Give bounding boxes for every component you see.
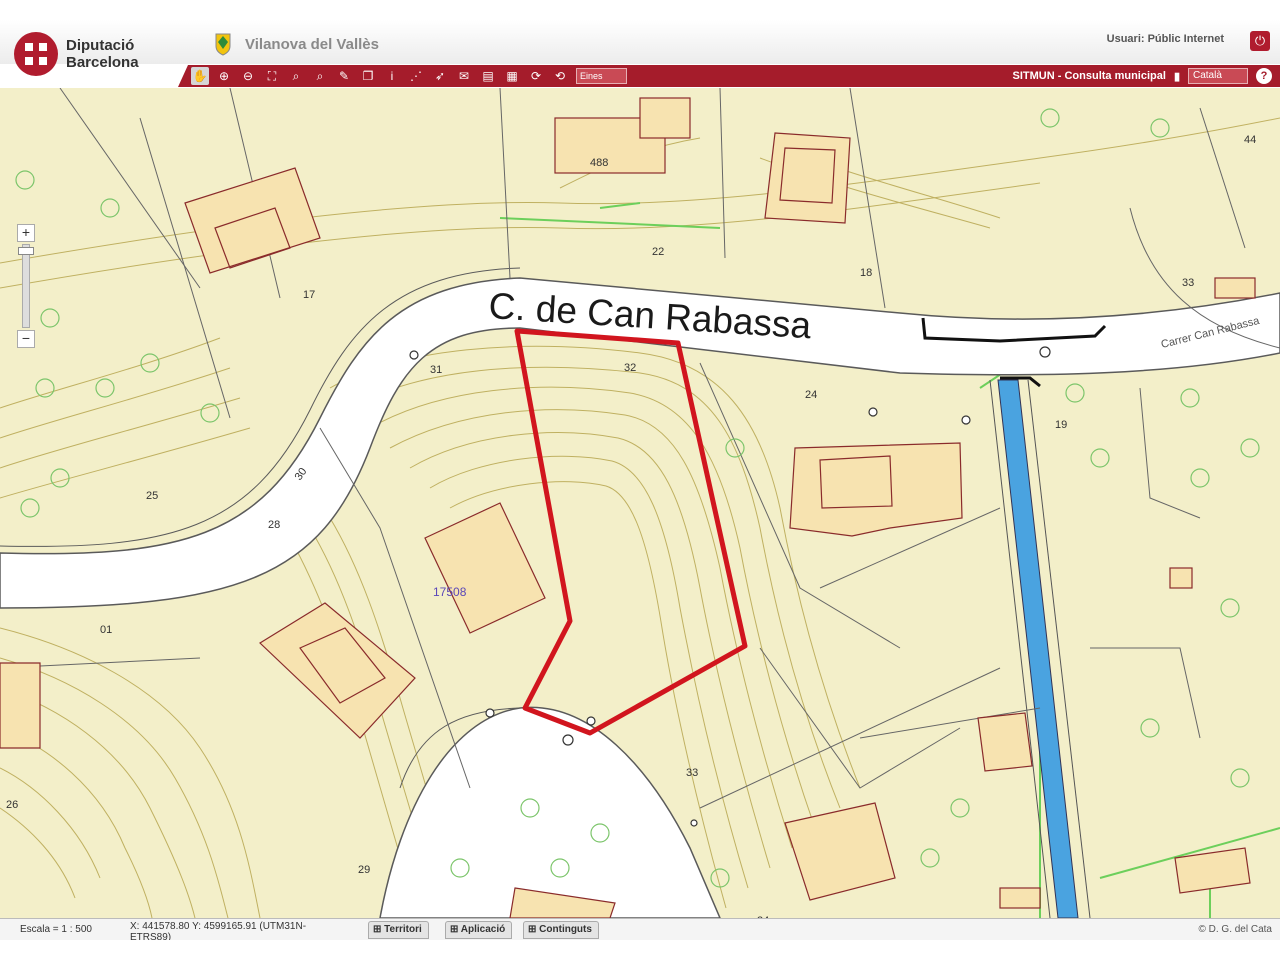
coordinates-readout: X: 441578.80 Y: 4599165.91 (UTM31N- ETRS… [130,921,340,940]
parcel-number: 26 [6,799,18,811]
user-label: Usuari: Públic Internet [1106,33,1224,45]
diputacio-emblem-icon [14,32,58,76]
parcel-number: 29 [358,864,370,876]
zoom-out-icon[interactable]: ⊖ [239,67,257,85]
parcel-number: 31 [430,364,442,376]
selected-parcel-id: 17508 [433,585,467,599]
logout-icon[interactable]: ⏻ [1250,31,1270,51]
parcel-number: 33 [1182,277,1194,289]
zoom-previous-icon[interactable]: ⌕ [287,67,305,85]
parcel-number: 22 [652,246,664,258]
parcel-number: 19 [1055,419,1067,431]
select-icon[interactable]: ➶ [431,67,449,85]
scale-readout: Escala = 1 : 500 [20,924,92,935]
zoom-in-icon[interactable]: ⊕ [215,67,233,85]
parcel-number: 01 [100,624,112,636]
parcel-number: 25 [146,490,158,502]
tools-dropdown[interactable]: Eines [576,68,627,84]
parcel-number: 28 [268,519,280,531]
layers-icon[interactable]: ❐ [359,67,377,85]
parcel-number: 33 [686,767,698,779]
zoom-next-icon[interactable]: ⌕ [311,67,329,85]
diputacio-logo[interactable]: Diputació Barcelona [14,32,139,76]
report-icon[interactable]: ▦ [503,67,521,85]
refresh-icon[interactable]: ⟳ [527,67,545,85]
org-name-line2: Barcelona [66,54,139,71]
zoom-control: + − [17,224,35,348]
municipality: Vilanova del Vallès [215,32,379,56]
zoom-slider-handle[interactable] [18,247,34,255]
save-icon[interactable]: ▮ [1174,70,1180,83]
parcel-number: 24 [805,389,817,401]
info-icon[interactable]: i [383,67,401,85]
reload-icon[interactable]: ⟲ [551,67,569,85]
zoom-plus-button[interactable]: + [17,224,35,242]
municipality-name: Vilanova del Vallès [245,35,379,53]
parcel-number: 18 [860,267,872,279]
measure-icon[interactable]: ✎ [335,67,353,85]
zoom-minus-button[interactable]: − [17,330,35,348]
parcel-number: 17 [303,289,315,301]
status-bar: Escala = 1 : 500 X: 441578.80 Y: 4599165… [0,918,1280,940]
cadastral-map[interactable]: C. de Can Rabassa Carrer Can Rabassa 22 … [0,88,1280,918]
tab-aplicacio[interactable]: ⊞ Aplicació [445,921,513,939]
pan-hand-icon[interactable]: ✋ [191,67,209,85]
tab-territori[interactable]: ⊞ Territori [368,921,429,939]
municipality-shield-icon [215,33,231,56]
comment-icon[interactable]: ✉ [455,67,473,85]
parcel-number: 44 [1244,134,1256,146]
print-icon[interactable]: ▤ [479,67,497,85]
zoom-slider[interactable] [18,244,34,328]
language-select[interactable]: Català [1188,68,1248,84]
help-icon[interactable]: ? [1256,68,1272,84]
app-title: SITMUN - Consulta municipal [1012,70,1166,82]
org-name-line1: Diputació [66,37,135,54]
map-canvas[interactable]: C. de Can Rabassa Carrer Can Rabassa 22 … [0,88,1280,918]
coordinates-line2: ETRS89) [130,932,172,940]
map-toolbar: ✋ ⊕ ⊖ ⛶ ⌕ ⌕ ✎ ❐ i ⋰ ➶ ✉ ▤ ▦ ⟳ ⟲ Eines SI… [178,65,1280,87]
coordinates-line1: X: 441578.80 Y: 4599165.91 (UTM31N- [130,921,307,932]
tab-continguts[interactable]: ⊞ Continguts [523,921,599,939]
sitmun-app: Diputació Barcelona Vilanova del Vallès … [0,20,1280,940]
parcel-number: 488 [590,157,608,169]
parcel-number: 32 [624,362,636,374]
coordinates-icon[interactable]: ⋰ [407,67,425,85]
copyright-text: © D. G. del Cata [1198,924,1272,935]
zoom-extent-icon[interactable]: ⛶ [263,67,281,85]
